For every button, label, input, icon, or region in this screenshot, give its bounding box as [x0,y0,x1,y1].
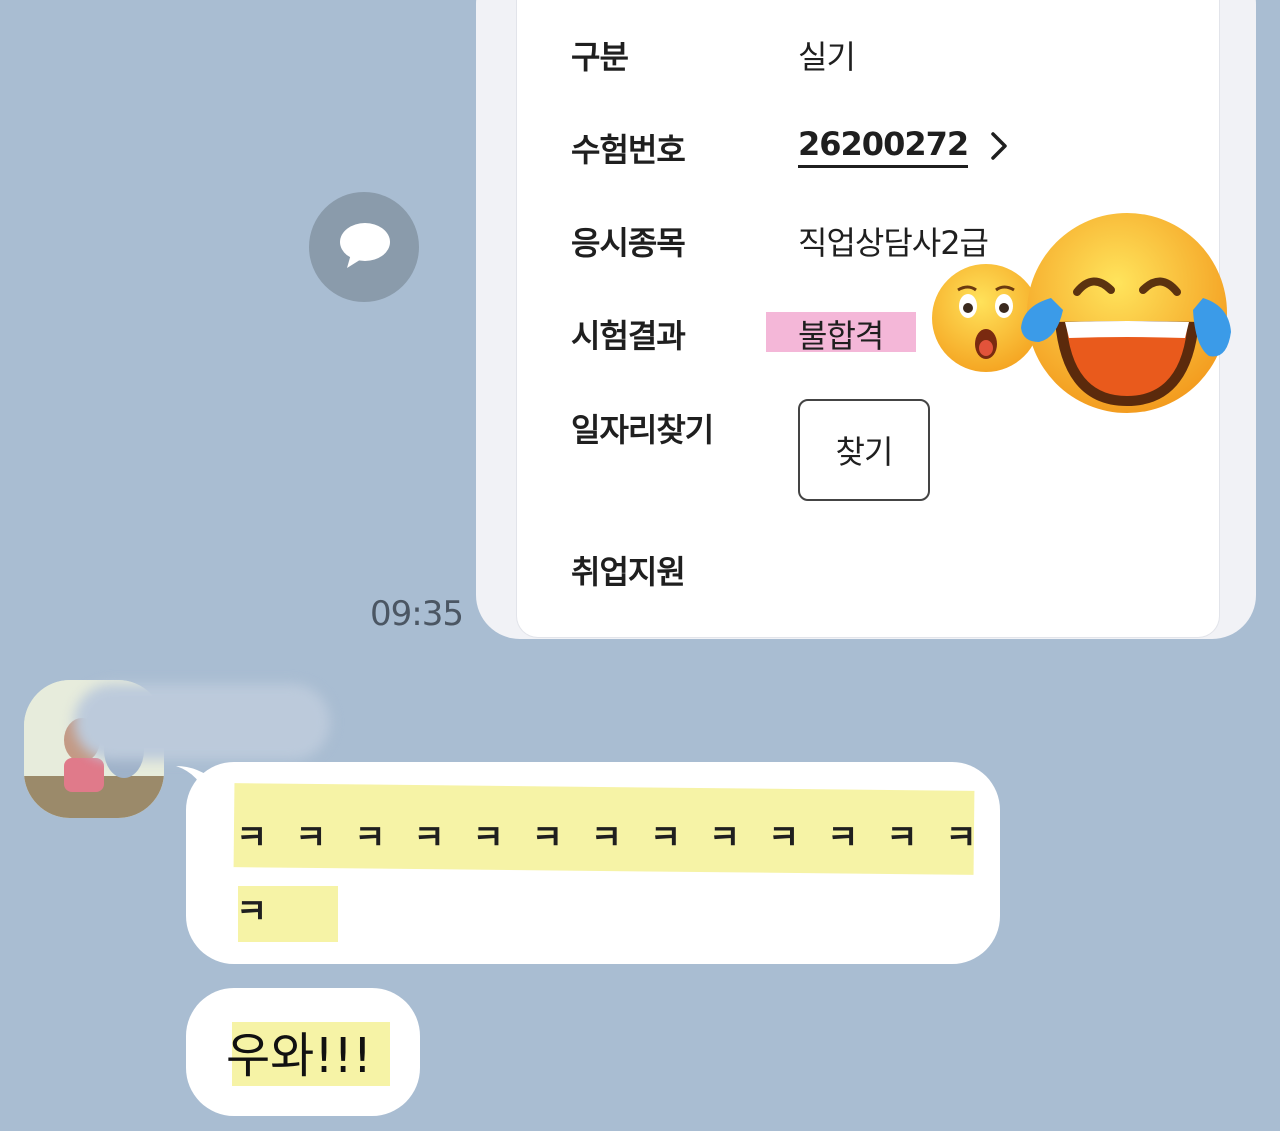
value-category: 실기 [798,38,856,76]
message-timestamp: 09:35 [370,594,464,634]
chevron-right-icon[interactable] [988,128,1010,164]
label-category: 구분 [571,38,629,76]
sender-name-blurred [74,684,330,760]
chat-bubble-icon [340,223,390,268]
exam-number-link[interactable]: 26200272 [798,125,969,168]
label-job-search: 일자리찾기 [571,411,714,449]
value-exam-result: 불합격 [798,317,884,355]
message-text-wow: 우와!!! [226,1028,373,1084]
exam-number-value[interactable]: 26200272 [798,125,969,168]
find-job-button[interactable]: 찾기 [798,399,930,501]
label-exam-subject: 응시종목 [571,224,686,262]
message-text-line-2: ㅋ [236,892,268,932]
label-exam-result: 시험결과 [571,317,686,355]
share-button[interactable] [309,192,419,302]
value-exam-subject: 직업상담사2급 [798,224,989,262]
label-employment-support: 취업지원 [571,553,686,591]
tears-of-joy-emoji [1021,213,1231,413]
chat-screen: 구분 실기 수험번호 26200272 응시종목 직업상담사2급 시험결과 불합… [0,0,1280,1131]
message-text-line-1: ㅋ ㅋ ㅋ ㅋ ㅋ ㅋ ㅋ ㅋ ㅋ ㅋ ㅋ ㅋ ㅋ [236,818,985,858]
label-exam-number: 수험번호 [571,131,686,169]
